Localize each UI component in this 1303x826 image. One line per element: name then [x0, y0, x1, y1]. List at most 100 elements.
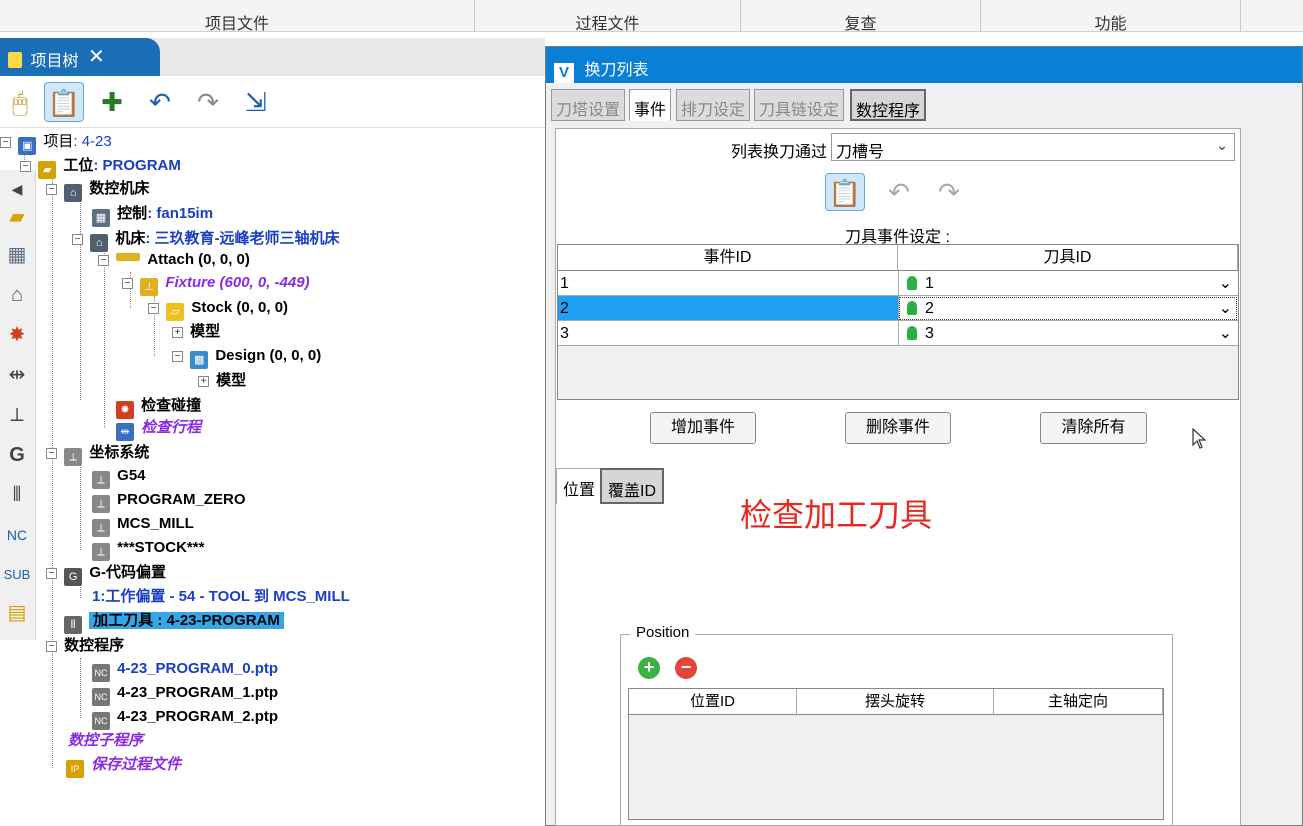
collapse-toggle[interactable]: − — [172, 351, 183, 362]
notes-icon[interactable]: 📋 — [825, 173, 865, 211]
column-header-head-rotation[interactable]: 摆头旋转 — [797, 689, 994, 715]
collapse-toggle[interactable]: − — [148, 303, 159, 314]
mouse-icon[interactable]: 🖱 — [0, 82, 40, 122]
chevron-down-icon[interactable]: ⌄ — [1219, 321, 1232, 346]
tree-node-setup[interactable]: − ▰ 工位: PROGRAM — [20, 155, 181, 179]
tree-node-label: 数控子程序 — [68, 732, 144, 749]
tree-node-nc-programs[interactable]: − 数控程序 — [46, 635, 124, 657]
tree-node-collision-check[interactable]: ✸ 检查碰撞 — [116, 395, 201, 419]
collapse-toggle[interactable]: − — [72, 234, 83, 245]
ribbon-section-process-file[interactable]: 过程文件 — [475, 0, 741, 33]
tree-line — [80, 464, 81, 550]
change-by-select[interactable]: 刀槽号 ⌄ — [831, 133, 1235, 161]
expand-toggle[interactable]: + — [198, 376, 209, 387]
table-cell-tool-id[interactable]: 3 ⌄ — [898, 321, 1238, 346]
tree-node-stock-model[interactable]: + 模型 — [172, 321, 220, 343]
ribbon-section-project-file[interactable]: 项目文件 — [0, 0, 475, 33]
collision-icon[interactable]: ✸ — [2, 320, 32, 350]
collapse-toggle[interactable]: − — [46, 184, 57, 195]
tree-node-design-model[interactable]: + 模型 — [198, 370, 246, 392]
tree-node-subprograms[interactable]: 数控子程序 — [68, 730, 143, 752]
close-icon[interactable]: ✕ — [88, 44, 105, 69]
table-cell-tool-id[interactable]: 1 ⌄ — [898, 271, 1238, 296]
notes-icon[interactable]: 📋 — [44, 82, 84, 122]
travel-limits-icon[interactable]: ⇹ — [2, 360, 32, 390]
export-icon[interactable]: ⇲ — [236, 82, 276, 122]
add-event-button[interactable]: 增加事件 — [650, 412, 756, 444]
chevron-down-icon: ⌄ — [1216, 137, 1228, 153]
tree-node-coordinate-systems[interactable]: − ⟂ 坐标系统 — [46, 442, 149, 466]
chevron-down-icon[interactable]: ⌄ — [1219, 271, 1232, 296]
add-position-icon[interactable]: + — [638, 657, 660, 679]
collapse-toggle[interactable]: − — [122, 278, 133, 289]
ribbon-section-functions[interactable]: 功能 — [981, 0, 1241, 33]
table-cell-event-id[interactable]: 3 — [558, 321, 898, 346]
column-header-position-id[interactable]: 位置ID — [629, 689, 797, 715]
tab-tool-chain[interactable]: 刀具链设定 — [754, 89, 845, 121]
tab-override-id[interactable]: 覆盖ID — [600, 468, 665, 504]
tools-icon[interactable]: ⫴ — [2, 480, 32, 510]
collapse-arrow-icon[interactable]: ◀ — [2, 174, 32, 204]
tree-node-save-process[interactable]: IP 保存过程文件 — [66, 754, 181, 778]
remove-position-icon[interactable]: − — [675, 657, 697, 679]
tree-node-machine-group[interactable]: − ⌂ 数控机床 — [46, 178, 149, 202]
tree-node-design[interactable]: − ▩ Design (0, 0, 0) — [172, 345, 321, 369]
tab-project-tree[interactable]: 项目树 ✕ — [0, 38, 160, 76]
tree-node-stock[interactable]: − ▱ Stock (0, 0, 0) — [148, 297, 288, 321]
clear-all-button[interactable]: 清除所有 — [1040, 412, 1147, 444]
collapse-toggle[interactable]: − — [0, 137, 11, 148]
tree-toolbar: 🖱 📋 ✚ ↶ ↷ ⇲ — [0, 76, 545, 128]
subroutine-icon[interactable]: SUB — [2, 560, 32, 590]
expand-toggle[interactable]: + — [172, 327, 183, 338]
column-header-event-id[interactable]: 事件ID — [558, 245, 898, 271]
tree-node-control[interactable]: ▦ 控制: fan15im — [92, 203, 213, 227]
machine-icon[interactable]: ⌂ — [2, 280, 32, 310]
tree-node-program-0[interactable]: NC 4-23_PROGRAM_0.ptp — [92, 658, 279, 682]
tree-node-tools[interactable]: ⫴ 加工刀具 : 4-23-PROGRAM — [64, 610, 284, 634]
tab-tool-arrangement[interactable]: 排刀设定 — [676, 89, 751, 121]
tree-node-machine[interactable]: − ⌂ 机床: 三玖教育-远峰老师三轴机床 — [72, 228, 340, 252]
collapse-toggle[interactable]: − — [46, 641, 57, 652]
tree-node-label: 4-23_PROGRAM_0.ptp — [117, 660, 279, 677]
tree-node-travel-check[interactable]: ⇹ 检查行程 — [116, 417, 201, 441]
save-process-icon[interactable]: ▤ — [2, 598, 32, 628]
collapse-toggle[interactable]: − — [46, 448, 57, 459]
redo-icon[interactable]: ↷ — [929, 173, 969, 211]
column-header-spindle-orientation[interactable]: 主轴定向 — [994, 689, 1163, 715]
tree-node-fixture[interactable]: − ⊥ Fixture (600, 0, -449) — [122, 272, 310, 296]
collapse-toggle[interactable]: − — [98, 255, 109, 266]
tree-node-program-1[interactable]: NC 4-23_PROGRAM_1.ptp — [92, 682, 278, 706]
tab-nc-program[interactable]: 数控程序 — [850, 89, 927, 121]
collapse-toggle[interactable]: − — [46, 568, 57, 579]
setup-icon[interactable]: ▰ — [2, 202, 32, 232]
tab-position[interactable]: 位置 — [556, 468, 603, 504]
delete-event-button[interactable]: 删除事件 — [845, 412, 951, 444]
chevron-down-icon[interactable]: ⌄ — [1219, 296, 1232, 321]
tab-turret-setup[interactable]: 刀塔设置 — [551, 89, 626, 121]
tree-node-mcs-mill[interactable]: ⟂ MCS_MILL — [92, 513, 194, 537]
control-icon[interactable]: ▦ — [2, 240, 32, 270]
tree-node-work-offset[interactable]: 1:工作偏置 - 54 - TOOL 到 MCS_MILL — [92, 586, 350, 608]
tree-node-project[interactable]: − ▣ 项目: 4-23 — [0, 131, 112, 155]
g-code-offset-icon[interactable]: G — [2, 440, 32, 470]
tree-node-attach[interactable]: − Attach (0, 0, 0) — [98, 249, 250, 271]
add-component-icon[interactable]: ✚ — [92, 82, 132, 122]
table-cell-tool-id[interactable]: 2 ⌄ — [898, 296, 1238, 321]
nc-program-icon[interactable]: NC — [2, 520, 32, 550]
tab-events[interactable]: 事件 — [629, 89, 672, 121]
tree-node-stock-cs[interactable]: ⟂ ***STOCK*** — [92, 537, 204, 561]
table-cell-event-id[interactable]: 1 — [558, 271, 898, 296]
tree-node-g54[interactable]: ⟂ G54 — [92, 465, 146, 489]
coordinate-system-icon[interactable]: ⟂ — [2, 400, 32, 430]
table-cell-event-id-selected[interactable]: 2 — [558, 296, 898, 321]
ribbon-section-review[interactable]: 复查 — [741, 0, 981, 33]
undo-icon[interactable]: ↶ — [140, 82, 180, 122]
redo-icon[interactable]: ↷ — [188, 82, 228, 122]
undo-icon[interactable]: ↶ — [879, 173, 919, 211]
dialog-titlebar[interactable]: V 换刀列表 — [546, 47, 1302, 83]
tree-node-program-zero[interactable]: ⟂ PROGRAM_ZERO — [92, 489, 246, 513]
collapse-toggle[interactable]: − — [20, 161, 31, 172]
column-header-tool-id[interactable]: 刀具ID — [898, 245, 1238, 271]
tree-node-gcode-offsets[interactable]: − G G-代码偏置 — [46, 562, 166, 586]
tree-node-program-2[interactable]: NC 4-23_PROGRAM_2.ptp — [92, 706, 278, 730]
